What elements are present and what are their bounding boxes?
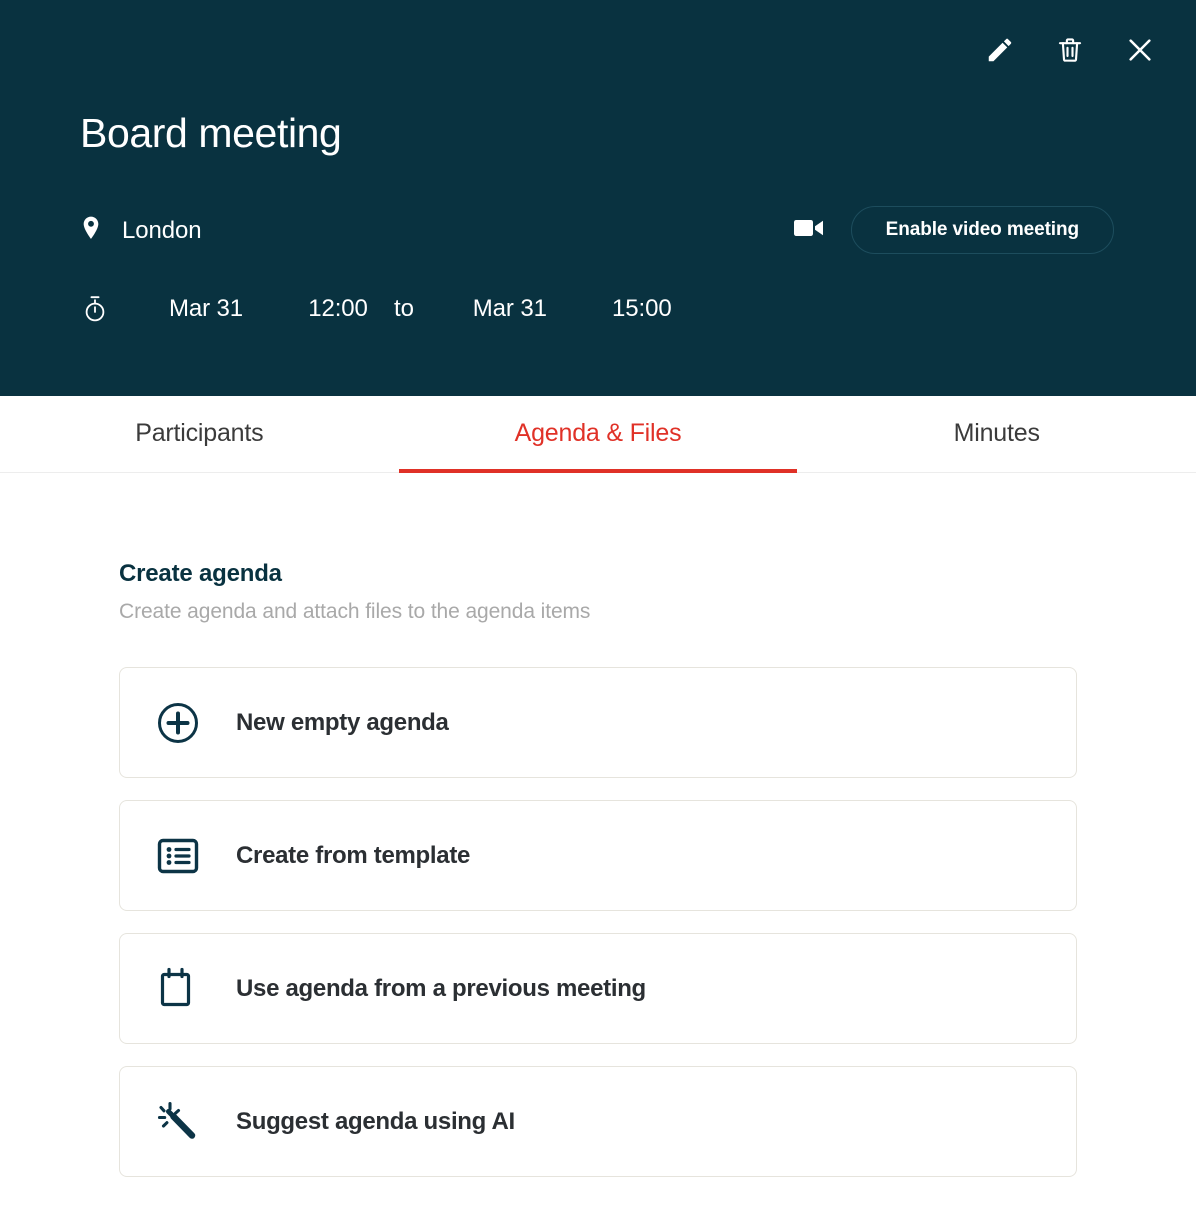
edit-button[interactable] bbox=[978, 28, 1022, 72]
enable-video-meeting-button[interactable]: Enable video meeting bbox=[850, 206, 1114, 254]
close-button[interactable] bbox=[1118, 28, 1162, 72]
card-label: Create from template bbox=[236, 841, 471, 869]
section-title: Create agenda bbox=[119, 560, 282, 587]
pencil-icon bbox=[985, 35, 1015, 65]
start-date-field[interactable]: Mar 31 bbox=[130, 295, 282, 323]
tab-agenda-and-files[interactable]: Agenda & Files bbox=[399, 396, 798, 473]
tab-bar: Participants Agenda & Files Minutes bbox=[0, 396, 1196, 473]
video-camera-icon bbox=[793, 216, 825, 245]
page-title: Board meeting bbox=[80, 110, 342, 156]
list-icon bbox=[120, 833, 236, 879]
magic-wand-icon bbox=[120, 1098, 236, 1146]
card-label: New empty agenda bbox=[236, 708, 449, 736]
agenda-options-list: New empty agenda Create from template Us… bbox=[119, 667, 1077, 1177]
close-icon bbox=[1124, 34, 1156, 66]
tab-participants[interactable]: Participants bbox=[0, 396, 399, 473]
card-label: Use agenda from a previous meeting bbox=[236, 974, 646, 1002]
map-pin-icon bbox=[80, 215, 102, 248]
plus-circle-icon bbox=[120, 699, 236, 747]
start-time-field[interactable]: 12:00 bbox=[282, 295, 394, 323]
calendar-icon bbox=[120, 965, 236, 1013]
new-empty-agenda-card[interactable]: New empty agenda bbox=[119, 667, 1077, 778]
datetime-separator: to bbox=[394, 295, 414, 322]
use-previous-agenda-card[interactable]: Use agenda from a previous meeting bbox=[119, 933, 1077, 1044]
delete-button[interactable] bbox=[1048, 28, 1092, 72]
card-label: Suggest agenda using AI bbox=[236, 1107, 515, 1135]
video-meeting-row: Enable video meeting bbox=[793, 206, 1114, 254]
location-text: London bbox=[122, 217, 202, 244]
stopwatch-icon bbox=[80, 294, 110, 324]
location-row: London bbox=[80, 208, 202, 254]
suggest-agenda-ai-card[interactable]: Suggest agenda using AI bbox=[119, 1066, 1077, 1177]
section-subtitle: Create agenda and attach files to the ag… bbox=[119, 600, 591, 623]
datetime-row: Mar 31 12:00 to Mar 31 15:00 bbox=[80, 286, 698, 332]
end-time-field[interactable]: 15:00 bbox=[586, 295, 698, 323]
trash-icon bbox=[1055, 35, 1085, 65]
meeting-header: Board meeting London Enable video meetin… bbox=[0, 0, 1196, 396]
tab-minutes[interactable]: Minutes bbox=[797, 396, 1196, 473]
create-from-template-card[interactable]: Create from template bbox=[119, 800, 1077, 911]
end-date-field[interactable]: Mar 31 bbox=[434, 295, 586, 323]
header-action-bar bbox=[978, 28, 1162, 72]
